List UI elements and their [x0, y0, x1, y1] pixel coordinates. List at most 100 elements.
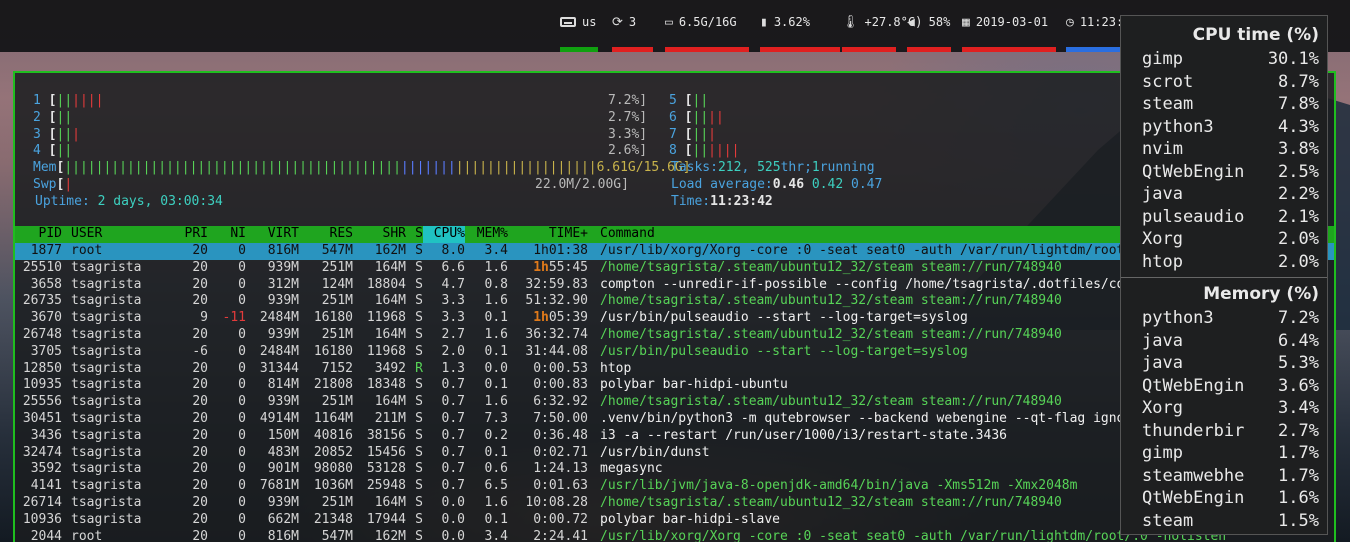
status-underline: [842, 47, 896, 52]
text: |: [731, 143, 740, 159]
process-cmd: /home/tsagrista/.steam/ubuntu12_32/steam…: [600, 394, 1062, 410]
process-pid: 2044: [30, 528, 62, 542]
text: |: [708, 126, 716, 142]
cpu-row: java 2.2%: [1142, 183, 1319, 206]
status-item-refresh[interactable]: ⟳ 3: [612, 0, 653, 52]
process-s: S: [415, 461, 423, 477]
cpu-number: 5: [669, 93, 677, 108]
cpu-row: QtWebEngin 2.5%: [1142, 161, 1319, 184]
text: |: [715, 143, 724, 159]
process-name: java: [1142, 330, 1183, 351]
text: |: [111, 160, 120, 176]
memory-meter: Mem[||||||||||||||||||||||||||||||||||||…: [33, 160, 691, 177]
text: |: [126, 160, 135, 176]
status-underline: [665, 47, 749, 52]
text: ,: [741, 160, 758, 176]
cpu-number: 4: [33, 143, 41, 159]
cpu-pct: 2.6%]: [608, 143, 648, 159]
status-item-calendar[interactable]: ▦ 2019-03-01: [962, 0, 1056, 52]
column-header-shr[interactable]: SHR: [353, 226, 406, 243]
mem-row: python3 7.2%: [1142, 307, 1319, 330]
text: |: [95, 93, 104, 108]
text: |: [220, 160, 229, 176]
refresh-icon: ⟳: [612, 14, 623, 30]
column-header-pri[interactable]: PRI: [150, 226, 208, 243]
cpu-number: 3: [33, 126, 41, 142]
process-res: 98080: [313, 461, 353, 477]
text: |: [361, 160, 370, 176]
process-pid: 3670: [30, 310, 62, 326]
status-item-volume[interactable]: ◀) 58%: [907, 0, 951, 52]
column-header-virt[interactable]: VIRT: [246, 226, 299, 243]
process-value: 4.3%: [1278, 116, 1319, 137]
process-s: S: [415, 478, 423, 494]
column-header-time[interactable]: TIME+: [508, 226, 588, 243]
cpu-number: 7: [669, 126, 677, 142]
cpu-meter-7: 7 [|||3.3%]: [669, 126, 1268, 144]
status-item-disk[interactable]: ▮ 3.62%: [760, 0, 840, 52]
process-shr: 53128: [366, 461, 406, 477]
text: |: [534, 160, 542, 176]
thermometer-icon: 🌡: [842, 14, 859, 30]
process-value: 1.7%: [1278, 443, 1319, 463]
process-user: tsagrista: [71, 360, 142, 376]
text: |: [260, 160, 268, 176]
column-header-mem[interactable]: MEM%: [465, 226, 508, 243]
process-res: 20852: [313, 444, 353, 460]
process-pri: 20: [192, 427, 208, 443]
popup-divider: [1121, 277, 1327, 278]
process-cmd: megasync: [600, 461, 663, 477]
status-underline: [760, 47, 840, 52]
status-item-keyboard[interactable]: us: [560, 0, 598, 52]
time-rest: 55:45: [548, 259, 588, 275]
process-cmd: /home/tsagrista/.steam/ubuntu12_32/steam…: [600, 326, 1062, 342]
process-time: 10:08.28: [525, 494, 588, 510]
status-item-thermometer[interactable]: 🌡 +27.8°C: [842, 0, 915, 52]
cpu-row: steam 7.8%: [1142, 93, 1319, 116]
process-cmd: htop: [600, 360, 632, 376]
process-res: 547M: [321, 528, 353, 542]
process-name: thunderbir: [1142, 420, 1245, 441]
process-user: root: [71, 528, 103, 542]
cpu-number: 6: [669, 109, 677, 125]
cpu-row: Xorg 2.0%: [1142, 228, 1319, 251]
column-header-s[interactable]: S: [406, 226, 423, 243]
process-value: 2.7%: [1278, 420, 1319, 441]
text: |: [314, 160, 323, 176]
column-header-res[interactable]: RES: [299, 226, 353, 243]
time-rest: 05:39: [548, 310, 588, 326]
process-virt: 312M: [267, 276, 299, 292]
column-header-pid[interactable]: PID: [15, 226, 62, 243]
volume-icon: ◀): [907, 14, 923, 30]
text: |: [72, 126, 80, 142]
load-15: 0.47: [851, 177, 883, 192]
process-pid: 3436: [30, 427, 62, 443]
text: |: [432, 160, 441, 176]
text: [804, 177, 812, 192]
cpu-number: 8: [669, 143, 677, 159]
status-item-ram[interactable]: ▭ 6.5G/16G: [665, 0, 749, 52]
process-mem: 0.1: [484, 310, 508, 326]
column-header-ni[interactable]: NI: [208, 226, 246, 243]
process-cpu: 4.7: [441, 276, 465, 292]
process-res: 16180: [313, 310, 353, 326]
process-time: 36:32.74: [525, 326, 588, 342]
process-shr: 164M: [374, 293, 406, 309]
process-time: 51:32.90: [525, 293, 588, 309]
process-cmd: /home/tsagrista/.steam/ubuntu12_32/steam…: [600, 259, 1062, 275]
process-cmd: compton --unredir-if-possible --config /…: [600, 276, 1203, 292]
column-header-user[interactable]: USER: [62, 226, 150, 243]
process-pid: 30451: [22, 410, 62, 426]
process-user: tsagrista: [71, 494, 142, 510]
column-header-command[interactable]: Command: [588, 226, 655, 243]
process-name: steam: [1142, 510, 1194, 531]
text: |: [64, 177, 73, 192]
process-res: 40816: [313, 427, 353, 443]
column-header-cpu[interactable]: CPU%: [423, 226, 465, 243]
process-virt: 150M: [267, 427, 299, 443]
cpu-bars: ||||||: [692, 143, 739, 158]
ram-icon: ▭: [665, 14, 673, 30]
text: |: [541, 160, 550, 176]
process-pid: 3705: [30, 343, 62, 359]
process-value: 1.6%: [1278, 488, 1319, 508]
